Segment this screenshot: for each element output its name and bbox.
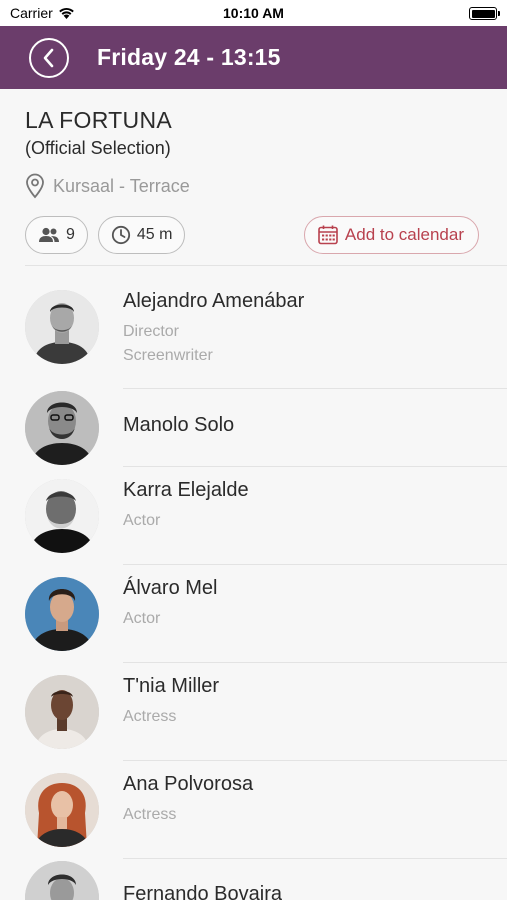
person-role: Actor bbox=[123, 610, 161, 627]
nav-bar: Friday 24 - 13:15 bbox=[0, 26, 507, 89]
avatar bbox=[25, 290, 99, 364]
people-icon bbox=[39, 227, 59, 242]
list-item[interactable]: Álvaro Mel Actor bbox=[0, 565, 507, 663]
person-role: Actress bbox=[123, 708, 177, 725]
list-item[interactable]: Manolo Solo bbox=[0, 389, 507, 467]
list-item[interactable]: Ana Polvorosa Actress bbox=[0, 761, 507, 859]
event-subtitle: (Official Selection) bbox=[25, 138, 171, 158]
avatar bbox=[25, 577, 99, 651]
attendees-chip[interactable]: 9 bbox=[25, 216, 88, 254]
page-title: Friday 24 - 13:15 bbox=[97, 44, 281, 70]
add-to-calendar-button[interactable]: Add to calendar bbox=[303, 216, 479, 254]
back-button[interactable] bbox=[29, 37, 69, 78]
duration-label: 45 m bbox=[136, 226, 173, 243]
person-role: Actor bbox=[123, 512, 161, 529]
event-chips: 9 45 m Add to calendar bbox=[25, 215, 507, 255]
person-role: Director bbox=[123, 323, 180, 340]
avatar bbox=[25, 391, 99, 465]
chevron-left-icon bbox=[43, 48, 54, 67]
avatar bbox=[25, 861, 99, 900]
avatar bbox=[25, 773, 99, 847]
clock-icon bbox=[111, 225, 131, 245]
attendees-count: 9 bbox=[66, 226, 75, 243]
list-item[interactable]: T'nia Miller Actress bbox=[0, 663, 507, 761]
person-role: Actress bbox=[123, 806, 177, 823]
status-bar: Carrier 10:10 AM bbox=[0, 0, 507, 26]
avatar bbox=[25, 479, 99, 553]
person-name: Fernando Bovaira bbox=[123, 883, 282, 900]
person-name: T'nia Miller bbox=[123, 675, 220, 697]
person-name: Alejandro Amenábar bbox=[123, 290, 305, 312]
event-header: LA FORTUNA (Official Selection) Kursaal … bbox=[0, 89, 507, 255]
person-name: Álvaro Mel bbox=[123, 577, 218, 599]
person-name: Karra Elejalde bbox=[123, 479, 249, 501]
event-location: Kursaal - Terrace bbox=[25, 173, 507, 199]
list-item[interactable]: Alejandro Amenábar Director Screenwriter bbox=[0, 266, 507, 389]
avatar bbox=[25, 675, 99, 749]
location-pin-icon bbox=[25, 173, 45, 199]
status-time: 10:10 AM bbox=[223, 5, 284, 21]
add-to-calendar-label: Add to calendar bbox=[344, 225, 464, 244]
battery-icon bbox=[469, 7, 500, 20]
people-list: Alejandro Amenábar Director Screenwriter… bbox=[0, 266, 507, 900]
list-item[interactable]: Karra Elejalde Actor bbox=[0, 467, 507, 565]
person-name: Manolo Solo bbox=[123, 414, 235, 436]
person-role: Screenwriter bbox=[123, 347, 213, 364]
calendar-icon bbox=[318, 225, 338, 245]
event-title: LA FORTUNA bbox=[25, 107, 172, 133]
location-label: Kursaal - Terrace bbox=[53, 175, 190, 196]
person-name: Ana Polvorosa bbox=[123, 773, 254, 795]
duration-chip[interactable]: 45 m bbox=[97, 216, 186, 254]
list-item[interactable]: Fernando Bovaira bbox=[0, 859, 507, 900]
